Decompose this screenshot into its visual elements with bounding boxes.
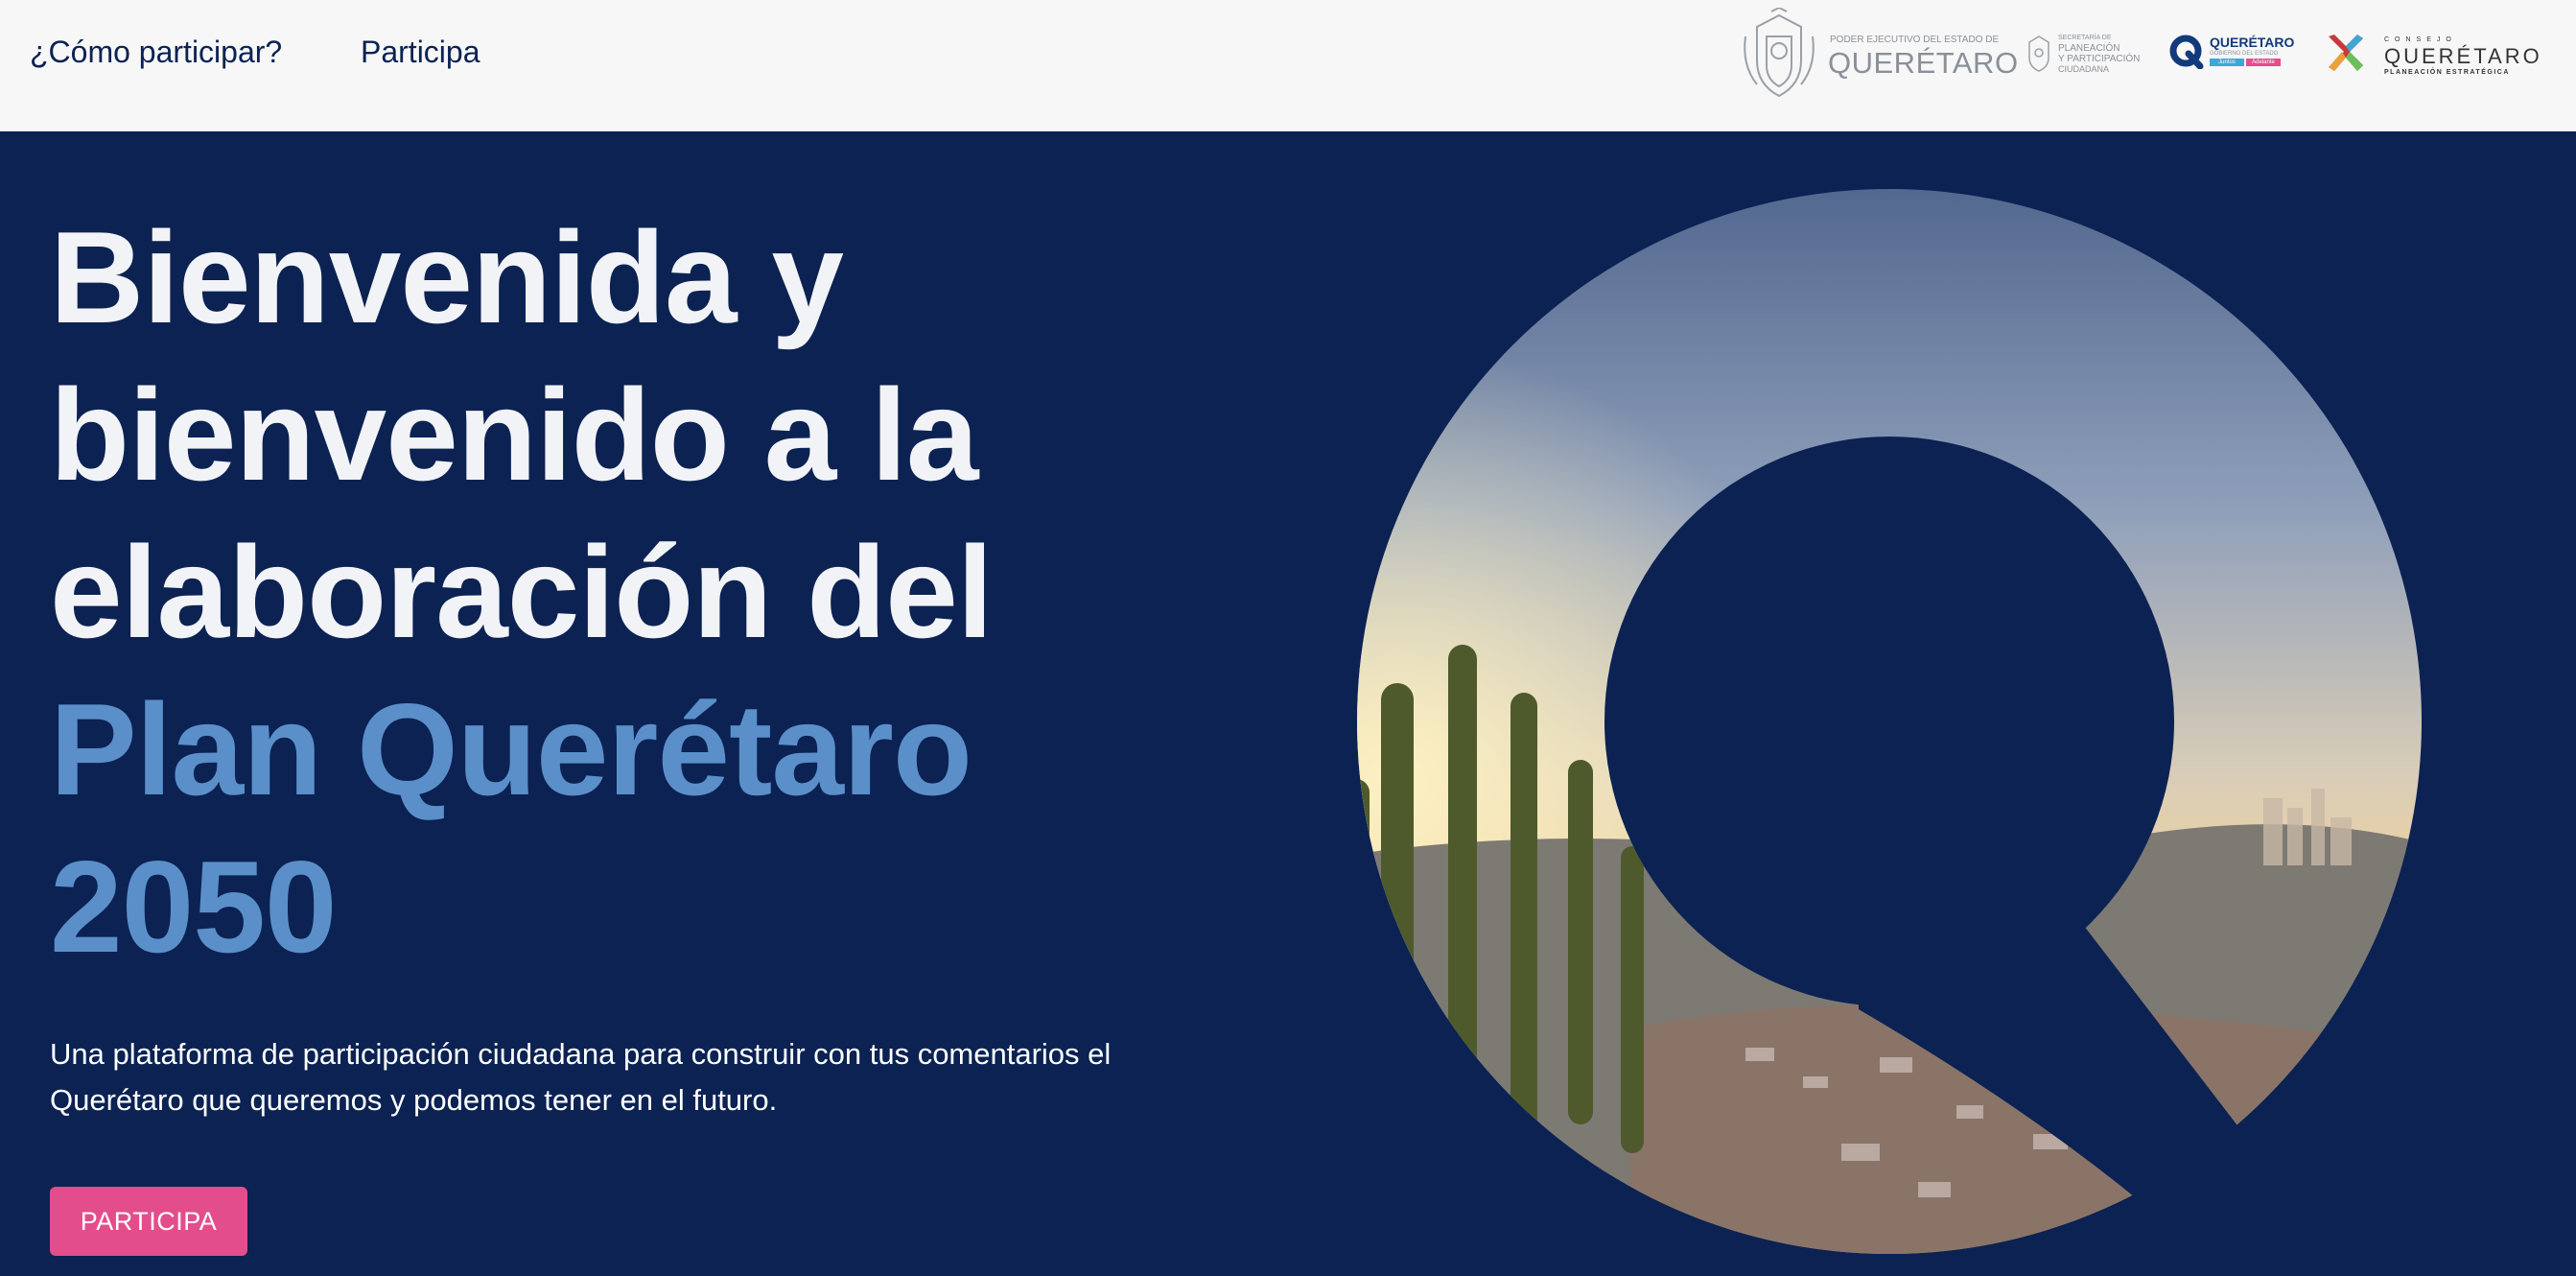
crest-icon (2028, 35, 2049, 72)
secretaria-logo[interactable]: SECRETARÍA DE PLANEACIÓN Y PARTICIPACIÓN… (2026, 33, 2150, 77)
secretaria-line1: SECRETARÍA DE (2058, 35, 2112, 41)
queretaro-q-photo-illustration (1357, 189, 2436, 1259)
headline-line-2: bienvenido a la (50, 362, 978, 508)
nav-how-to-participate-link[interactable]: ¿Cómo participar? (30, 35, 282, 70)
state-government-small-text: PODER EJECUTIVO DEL ESTADO DE (1830, 35, 2000, 45)
hero-subtitle: Una plataforma de participación ciudadan… (50, 1037, 1112, 1117)
consejo-main: QUERÉTARO (2384, 44, 2542, 68)
gobierno-queretaro-logo[interactable]: QUERÉTARO GOBIERNO DEL ESTADO Juntos Ade… (2169, 33, 2294, 71)
gobierno-tag-juntos: Juntos (2210, 59, 2244, 66)
headline-line-1: Bienvenida y (50, 204, 844, 350)
participate-button[interactable]: PARTICIPA (50, 1187, 247, 1256)
nav-participate-link[interactable]: Participa (361, 35, 480, 70)
secretaria-line2: PLANEACIÓN (2058, 43, 2120, 54)
consejo-queretaro-logo[interactable]: CONSEJO QUERÉTARO PLANEACIÓN ESTRATÉGICA (2325, 33, 2555, 81)
headline-accent-line-1: Plan Querétaro (50, 676, 972, 822)
gobierno-title: QUERÉTARO (2210, 35, 2295, 50)
secretaria-line3: Y PARTICIPACIÓN (2058, 54, 2141, 64)
hero-section: Bienvenida y bienvenido a la elaboración… (0, 131, 2576, 1276)
consejo-top: CONSEJO (2384, 36, 2457, 43)
hero-headline: Bienvenida y bienvenido a la elaboración… (50, 199, 1201, 985)
coat-of-arms-icon (1744, 6, 1815, 98)
top-navigation-bar: ¿Cómo participar? Participa PODER EJECUT… (0, 0, 2576, 131)
headline-line-3: elaboración del (50, 519, 994, 665)
consejo-bottom: PLANEACIÓN ESTRATÉGICA (2384, 69, 2510, 76)
x-logo-icon (2329, 35, 2363, 71)
q-logo-icon (2169, 35, 2204, 69)
secretaria-line4: CIUDADANA (2058, 64, 2110, 74)
state-government-logo[interactable]: PODER EJECUTIVO DEL ESTADO DE QUERÉTARO (1738, 6, 2018, 104)
gobierno-subtitle: GOBIERNO DEL ESTADO (2210, 51, 2279, 57)
headline-accent-line-2: 2050 (50, 834, 338, 980)
gobierno-tag-adelante: Adelante (2246, 59, 2281, 66)
state-government-title: QUERÉTARO (1828, 46, 2019, 80)
